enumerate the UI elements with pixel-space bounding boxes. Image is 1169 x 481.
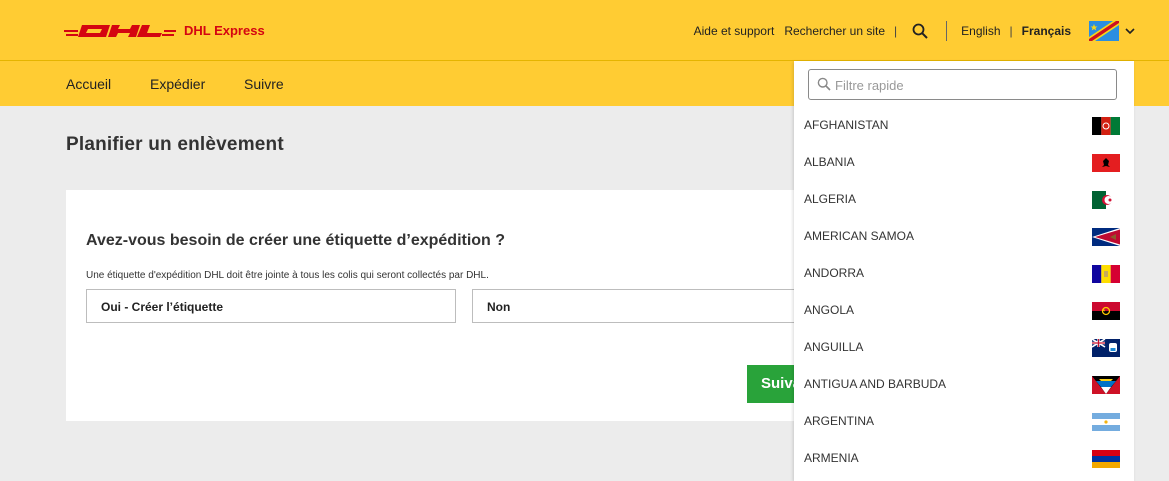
armenia-flag-icon	[1092, 450, 1120, 468]
help-link[interactable]: Aide et support	[694, 24, 775, 38]
nav-ship[interactable]: Expédier	[150, 76, 205, 92]
country-option[interactable]: ANGUILLA	[794, 329, 1134, 366]
country-option[interactable]: ANGOLA	[794, 292, 1134, 329]
chevron-down-icon	[1125, 28, 1135, 35]
language-english-link[interactable]: English	[961, 24, 1000, 38]
country-name: ARMENIA	[804, 451, 859, 465]
country-option[interactable]: ANTIGUA AND BARBUDA	[794, 366, 1134, 403]
find-site-link[interactable]: Rechercher un site	[784, 24, 885, 38]
country-dropdown: AFGHANISTAN ALBANIA ALGERIA AMERICAN SAMOA A…	[794, 61, 1134, 481]
algeria-flag-icon	[1092, 191, 1120, 209]
nav-home[interactable]: Accueil	[66, 76, 111, 92]
country-option[interactable]: AFGHANISTAN	[794, 107, 1134, 144]
country-list: AFGHANISTAN ALBANIA ALGERIA AMERICAN SAMOA A…	[794, 107, 1134, 477]
country-option[interactable]: ALGERIA	[794, 181, 1134, 218]
question-note: Une étiquette d'expédition DHL doit être…	[86, 270, 489, 281]
search-icon[interactable]	[910, 21, 930, 41]
angola-flag-icon	[1092, 302, 1120, 320]
page-title: Planifier un enlèvement	[66, 134, 284, 155]
search-icon	[817, 77, 831, 91]
country-name: ANDORRA	[804, 266, 865, 280]
drc-flag-icon	[1089, 21, 1119, 41]
dhl-logo[interactable]	[64, 21, 176, 41]
option-yes-create-label[interactable]: Oui - Créer l’étiquette	[86, 289, 456, 323]
anguilla-flag-icon	[1091, 338, 1120, 357]
country-option[interactable]: ARMENIA	[794, 440, 1134, 477]
country-option[interactable]: ARGENTINA	[794, 403, 1134, 440]
country-option[interactable]: AMERICAN SAMOA	[794, 218, 1134, 255]
country-selector-button[interactable]	[1089, 21, 1135, 41]
top-header: DHL Express Aide et support Rechercher u…	[0, 0, 1169, 60]
andorra-flag-icon	[1092, 265, 1120, 283]
nav-track[interactable]: Suivre	[244, 76, 284, 92]
utility-links: Aide et support Rechercher un site | Eng…	[694, 17, 1135, 45]
language-french-link[interactable]: Français	[1022, 24, 1071, 38]
country-name: ANTIGUA AND BARBUDA	[804, 377, 947, 391]
country-name: ALGERIA	[804, 192, 857, 206]
question-heading: Avez-vous besoin de créer une étiquette …	[86, 232, 506, 249]
country-name: ARGENTINA	[804, 414, 875, 428]
quick-filter-input[interactable]	[835, 75, 1105, 95]
country-name: AFGHANISTAN	[804, 118, 889, 132]
country-name: ALBANIA	[804, 155, 855, 169]
brand-subtitle: DHL Express	[184, 23, 265, 38]
quick-filter	[808, 69, 1117, 100]
divider	[946, 21, 948, 41]
argentina-flag-icon	[1092, 413, 1120, 431]
country-name: AMERICAN SAMOA	[804, 229, 915, 243]
albania-flag-icon	[1092, 154, 1120, 172]
afghanistan-flag-icon	[1092, 117, 1120, 135]
antigua-and-barbuda-flag-icon	[1092, 376, 1120, 394]
country-option[interactable]: ANDORRA	[794, 255, 1134, 292]
american-samoa-flag-icon	[1092, 228, 1120, 246]
option-no[interactable]: Non	[472, 289, 806, 323]
country-name: ANGUILLA	[804, 340, 864, 354]
divider: |	[894, 24, 898, 38]
divider: |	[1009, 24, 1013, 38]
country-name: ANGOLA	[804, 303, 855, 317]
label-question-card: Avez-vous besoin de créer une étiquette …	[66, 190, 807, 421]
country-option[interactable]: ALBANIA	[794, 144, 1134, 181]
